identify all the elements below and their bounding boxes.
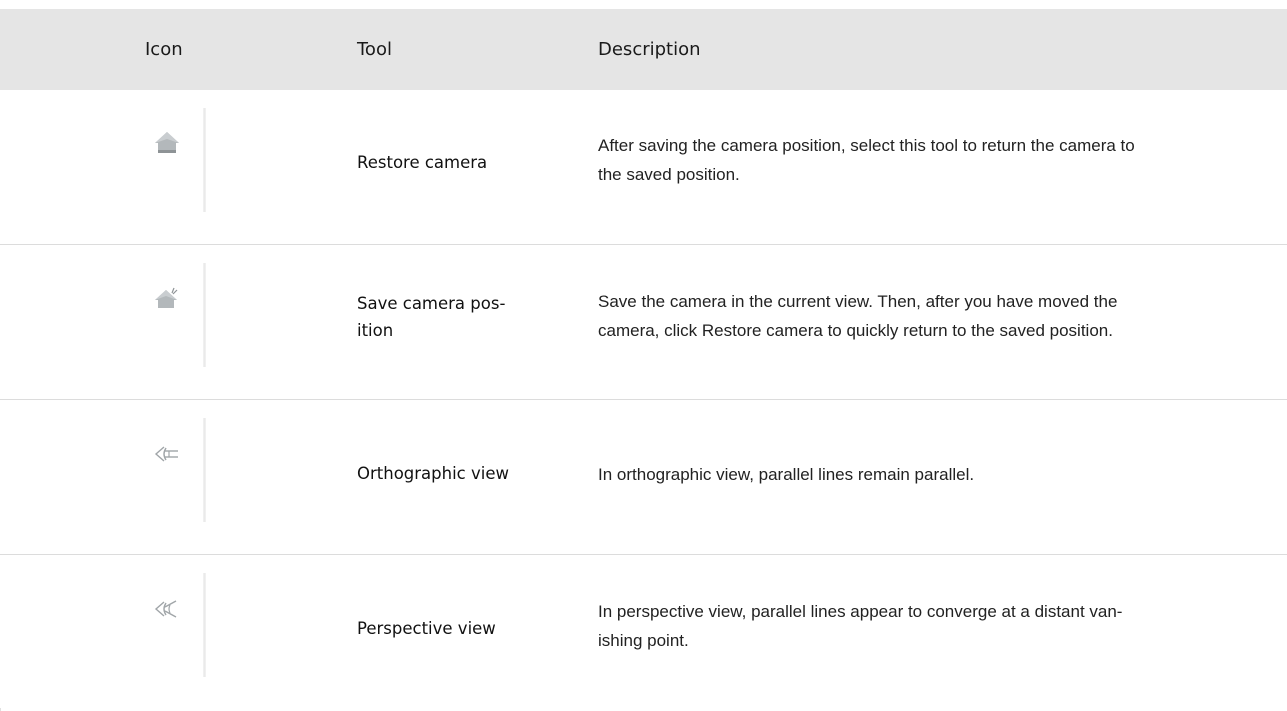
icon-divider bbox=[203, 108, 206, 212]
tool-name: Save camera pos- ition bbox=[357, 290, 572, 344]
save-camera-home-icon bbox=[155, 287, 178, 308]
header-tool: Tool bbox=[357, 39, 392, 60]
table-header: Icon Tool Description bbox=[0, 9, 1287, 90]
tool-name-line: Restore camera bbox=[357, 153, 488, 172]
tool-description: In perspective view, parallel lines appe… bbox=[598, 597, 1268, 655]
tool-description: In orthographic view, parallel lines rem… bbox=[598, 460, 1268, 489]
tool-name: Restore camera bbox=[357, 149, 572, 176]
header-icon: Icon bbox=[145, 39, 183, 60]
table-row: Perspective view In perspective view, pa… bbox=[0, 555, 1287, 708]
icon-cell bbox=[0, 90, 206, 244]
description-line: After saving the camera position, select… bbox=[598, 136, 1135, 155]
tool-description: Save the camera in the current view. The… bbox=[598, 287, 1268, 345]
table-row: Restore camera After saving the camera p… bbox=[0, 90, 1287, 245]
header-description: Description bbox=[598, 39, 701, 60]
tool-name-line: Perspective view bbox=[357, 619, 496, 638]
description-line: the saved position. bbox=[598, 165, 740, 184]
icon-cell bbox=[0, 245, 206, 399]
description-line: In orthographic view, parallel lines rem… bbox=[598, 465, 975, 484]
description-line: camera, click Restore camera to quickly … bbox=[598, 321, 1113, 340]
icon-divider bbox=[203, 573, 206, 677]
tool-name-line: Save camera pos- bbox=[357, 294, 506, 313]
orthographic-eye-icon bbox=[154, 446, 178, 462]
tool-name-line: Orthographic view bbox=[357, 464, 509, 483]
tools-table: Icon Tool Description Restore camera Aft… bbox=[0, 9, 1287, 708]
tool-name: Orthographic view bbox=[357, 460, 572, 487]
perspective-eye-icon bbox=[154, 600, 177, 618]
description-line: ishing point. bbox=[598, 631, 689, 650]
tool-name: Perspective view bbox=[357, 615, 572, 642]
description-line: In perspective view, parallel lines appe… bbox=[598, 602, 1123, 621]
table-row: Save camera pos- ition Save the camera i… bbox=[0, 245, 1287, 400]
tool-name-line: ition bbox=[357, 321, 394, 340]
tool-description: After saving the camera position, select… bbox=[598, 131, 1268, 189]
icon-divider bbox=[203, 418, 206, 522]
table-row: Orthographic view In orthographic view, … bbox=[0, 400, 1287, 555]
home-camera-icon bbox=[155, 132, 179, 153]
icon-cell bbox=[0, 555, 206, 708]
icon-cell bbox=[0, 400, 206, 554]
description-line: Save the camera in the current view. The… bbox=[598, 292, 1118, 311]
icon-divider bbox=[203, 263, 206, 367]
